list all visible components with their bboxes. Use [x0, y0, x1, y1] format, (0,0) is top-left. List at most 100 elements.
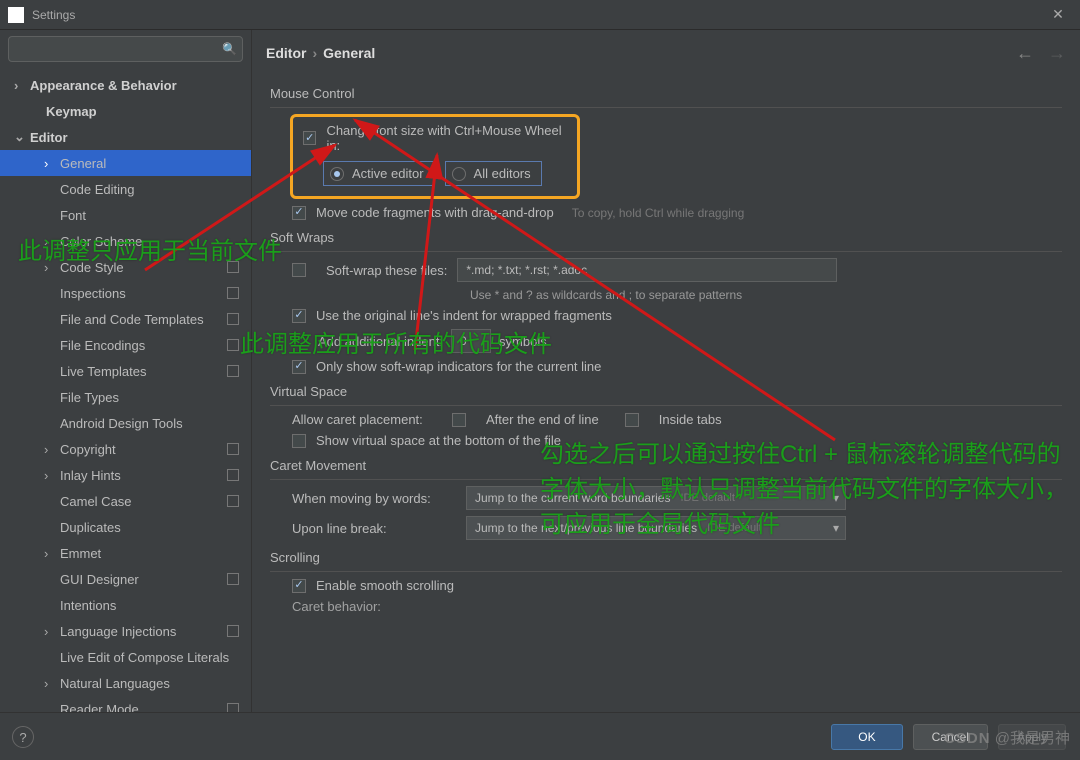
titlebar: Settings ✕ — [0, 0, 1080, 30]
sidebar-item-copyright[interactable]: › Copyright — [0, 436, 251, 462]
sidebar-item-label: Reader Mode — [60, 702, 139, 713]
combo-upon-line-break[interactable]: Jump to the next/previous line boundarie… — [466, 516, 846, 540]
sidebar: 🔍 › Appearance & Behavior Keymap ⌄Editor›Ge… — [0, 30, 252, 712]
label-allow-caret: Allow caret placement: — [292, 412, 442, 427]
close-icon[interactable]: ✕ — [1044, 6, 1072, 23]
scope-indicator-icon — [227, 625, 239, 637]
scope-indicator-icon — [227, 443, 239, 455]
chevron-icon: › — [44, 624, 56, 639]
sidebar-item-live-edit-of-compose-literals[interactable]: Live Edit of Compose Literals — [0, 644, 251, 670]
checkbox-soft-wrap-files[interactable] — [292, 263, 306, 277]
chevron-right-icon: › — [312, 45, 317, 61]
watermark: CSDN @我是男神 — [944, 727, 1070, 748]
sidebar-item-code-editing[interactable]: Code Editing — [0, 176, 251, 202]
sidebar-item-label: Copyright — [60, 442, 116, 457]
sidebar-item-emmet[interactable]: ›Emmet — [0, 540, 251, 566]
chevron-icon: › — [44, 260, 56, 275]
sidebar-item-label: File Encodings — [60, 338, 145, 353]
search-icon: 🔍 — [222, 42, 237, 56]
section-scrolling: Scrolling — [270, 550, 1062, 572]
sidebar-item-language-injections[interactable]: ›Language Injections — [0, 618, 251, 644]
label-active-editor: Active editor — [352, 166, 424, 181]
sidebar-item-label: File Types — [60, 390, 119, 405]
scope-indicator-icon — [227, 495, 239, 507]
sidebar-item-label: Camel Case — [60, 494, 132, 509]
chevron-icon: › — [44, 676, 56, 691]
input-soft-wrap-patterns[interactable] — [457, 258, 837, 282]
label-virtual-space-bottom: Show virtual space at the bottom of the … — [316, 433, 561, 448]
checkbox-move-fragments[interactable] — [292, 206, 306, 220]
breadcrumb: Editor › General ← → — [252, 30, 1080, 76]
help-icon[interactable]: ? — [12, 726, 34, 748]
chevron-icon: › — [44, 442, 56, 457]
sidebar-item-inspections[interactable]: Inspections — [0, 280, 251, 306]
sidebar-item-code-style[interactable]: › Code Style — [0, 254, 251, 280]
settings-tree: › Appearance & Behavior Keymap ⌄Editor›Gene… — [0, 68, 251, 712]
sidebar-item-keymap[interactable]: Keymap — [0, 98, 251, 124]
checkbox-virtual-space-bottom[interactable] — [292, 434, 306, 448]
sidebar-item-color-scheme[interactable]: ›Color Scheme — [0, 228, 251, 254]
sidebar-item-label: Appearance & Behavior — [30, 78, 177, 93]
label-additional-units: symbols — [499, 334, 547, 349]
scope-indicator-icon — [227, 469, 239, 481]
section-mouse-control: Mouse Control — [270, 86, 1062, 108]
forward-icon[interactable]: → — [1048, 43, 1066, 64]
checkbox-inside-tabs[interactable] — [625, 413, 639, 427]
checkbox-change-font-size[interactable] — [303, 131, 316, 145]
ok-button[interactable]: OK — [831, 724, 902, 750]
sidebar-item-android-design-tools[interactable]: Android Design Tools — [0, 410, 251, 436]
sidebar-item-editor[interactable]: ⌄Editor — [0, 124, 251, 150]
label-move-fragments: Move code fragments with drag-and-drop — [316, 205, 554, 220]
label-caret-behavior: Caret behavior: — [292, 599, 402, 614]
window-title: Settings — [32, 8, 1044, 22]
radio-all-editors-cell[interactable]: All editors — [445, 161, 542, 186]
sidebar-item-label: Live Edit of Compose Literals — [60, 650, 229, 665]
radio-active-editor-cell[interactable]: Active editor — [323, 161, 435, 186]
label-change-font-size: Change font size with Ctrl+Mouse Wheel i… — [326, 123, 567, 153]
sidebar-item-general[interactable]: ›General — [0, 150, 251, 176]
chevron-icon: › — [14, 78, 26, 93]
sidebar-item-appearance-behavior[interactable]: › Appearance & Behavior — [0, 72, 251, 98]
sidebar-item-label: Code Editing — [60, 182, 134, 197]
combo-moving-by-words[interactable]: Jump to the current word boundariesIDE d… — [466, 486, 846, 510]
sidebar-item-file-types[interactable]: File Types — [0, 384, 251, 410]
sidebar-item-font[interactable]: Font — [0, 202, 251, 228]
help-soft-wrap-patterns: Use * and ? as wildcards and ; to separa… — [470, 288, 1062, 302]
sidebar-item-label: Live Templates — [60, 364, 146, 379]
sidebar-item-gui-designer[interactable]: GUI Designer — [0, 566, 251, 592]
label-only-current-line: Only show soft-wrap indicators for the c… — [316, 359, 601, 374]
sidebar-item-label: Intentions — [60, 598, 116, 613]
sidebar-item-natural-languages[interactable]: ›Natural Languages — [0, 670, 251, 696]
checkbox-original-indent[interactable] — [292, 309, 306, 323]
chevron-icon: › — [44, 156, 56, 171]
checkbox-after-end-of-line[interactable] — [452, 413, 466, 427]
scope-indicator-icon — [227, 261, 239, 273]
label-upon-line-break: Upon line break: — [292, 521, 456, 536]
breadcrumb-editor[interactable]: Editor — [266, 45, 306, 61]
label-soft-wrap-files: Soft-wrap these files: — [326, 263, 447, 278]
checkbox-smooth-scrolling[interactable] — [292, 579, 306, 593]
radio-active-editor[interactable] — [330, 167, 344, 181]
sidebar-item-label: Emmet — [60, 546, 101, 561]
sidebar-item-camel-case[interactable]: Camel Case — [0, 488, 251, 514]
search-input[interactable] — [8, 36, 243, 62]
sidebar-item-label: Code Style — [60, 260, 124, 275]
input-additional-indent[interactable] — [451, 329, 491, 353]
sidebar-item-live-templates[interactable]: Live Templates — [0, 358, 251, 384]
sidebar-item-inlay-hints[interactable]: ›Inlay Hints — [0, 462, 251, 488]
sidebar-item-intentions[interactable]: Intentions — [0, 592, 251, 618]
label-smooth-scrolling: Enable smooth scrolling — [316, 578, 454, 593]
label-after-end-of-line: After the end of line — [486, 412, 599, 427]
radio-all-editors[interactable] — [452, 167, 466, 181]
sidebar-item-label: Keymap — [46, 104, 97, 119]
checkbox-only-current-line[interactable] — [292, 360, 306, 374]
chevron-icon: › — [44, 234, 56, 249]
back-icon[interactable]: ← — [1016, 43, 1034, 64]
sidebar-item-file-and-code-templates[interactable]: File and Code Templates — [0, 306, 251, 332]
sidebar-item-reader-mode[interactable]: Reader Mode — [0, 696, 251, 712]
scope-indicator-icon — [227, 313, 239, 325]
sidebar-item-file-encodings[interactable]: File Encodings — [0, 332, 251, 358]
sidebar-item-duplicates[interactable]: Duplicates — [0, 514, 251, 540]
chevron-icon: ⌄ — [14, 129, 26, 145]
scope-indicator-icon — [227, 287, 239, 299]
